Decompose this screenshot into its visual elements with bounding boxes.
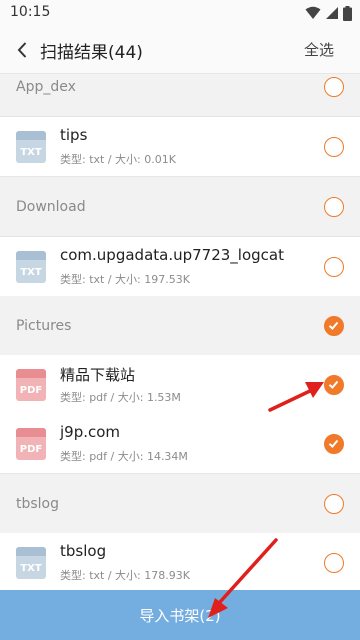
status-icons [305, 5, 352, 21]
file-row[interactable]: PDF 精品下载站 类型: pdf / 大小: 1.53M [0, 355, 360, 415]
file-row[interactable]: TXT com.upgadata.up7723_logcat 类型: txt /… [0, 237, 360, 297]
status-time: 10:15 [10, 4, 51, 20]
file-name: tips [60, 126, 88, 144]
file-checkbox[interactable] [324, 256, 344, 277]
file-checkbox[interactable] [324, 552, 344, 573]
pdf-file-icon: PDF [16, 428, 46, 460]
file-meta: 类型: txt / 大小: 178.93K [60, 569, 190, 582]
wifi-icon [305, 6, 321, 19]
folder-name: Download [16, 198, 86, 215]
cellular-icon [326, 7, 338, 19]
select-all-button[interactable]: 全选 [304, 39, 334, 60]
page-title: 扫描结果(44) [40, 43, 143, 63]
checkmark-icon [328, 439, 339, 448]
file-name: tbslog [60, 542, 107, 560]
app-header: 扫描结果(44) 全选 [0, 26, 360, 74]
folder-checkbox[interactable] [324, 76, 344, 97]
import-to-bookshelf-button[interactable]: 导入书架(2) [0, 590, 360, 640]
file-name: com.upgadata.up7723_logcat [60, 246, 284, 264]
file-row[interactable]: TXT tips 类型: txt / 大小: 0.01K [0, 117, 360, 177]
file-row[interactable]: PDF j9p.com 类型: pdf / 大小: 14.34M [0, 414, 360, 474]
back-button[interactable] [8, 34, 36, 66]
folder-checkbox[interactable] [324, 315, 344, 336]
folder-checkbox[interactable] [324, 493, 344, 514]
pdf-file-icon: PDF [16, 369, 46, 401]
folder-group-header[interactable]: App_dex [0, 74, 360, 117]
folder-name: App_dex [16, 78, 76, 95]
file-row[interactable]: TXT tbslog 类型: txt / 大小: 178.93K [0, 533, 360, 590]
txt-file-icon: TXT [16, 547, 46, 579]
import-button-label: 导入书架(2) [139, 606, 221, 625]
file-checkbox[interactable] [324, 136, 344, 157]
folder-checkbox[interactable] [324, 196, 344, 217]
checkmark-icon [328, 321, 339, 330]
txt-file-icon: TXT [16, 251, 46, 283]
folder-group-header[interactable]: Download [0, 177, 360, 237]
folder-name: Pictures [16, 317, 72, 334]
checkmark-icon [328, 380, 339, 389]
scan-result-list[interactable]: App_dex TXT tips 类型: txt / 大小: 0.01K Dow… [0, 74, 360, 590]
file-meta: 类型: txt / 大小: 0.01K [60, 153, 176, 166]
txt-file-icon: TXT [16, 131, 46, 163]
battery-icon [343, 5, 352, 21]
file-meta: 类型: txt / 大小: 197.53K [60, 273, 190, 286]
file-name: j9p.com [60, 423, 121, 441]
file-checkbox[interactable] [324, 374, 344, 395]
chevron-left-icon [17, 42, 27, 58]
folder-group-header[interactable]: tbslog [0, 474, 360, 534]
status-bar: 10:15 [0, 0, 360, 26]
folder-group-header[interactable]: Pictures [0, 296, 360, 356]
file-name: 精品下载站 [60, 366, 136, 384]
file-meta: 类型: pdf / 大小: 14.34M [60, 450, 188, 463]
file-checkbox[interactable] [324, 433, 344, 454]
folder-name: tbslog [16, 495, 60, 512]
file-meta: 类型: pdf / 大小: 1.53M [60, 391, 181, 404]
